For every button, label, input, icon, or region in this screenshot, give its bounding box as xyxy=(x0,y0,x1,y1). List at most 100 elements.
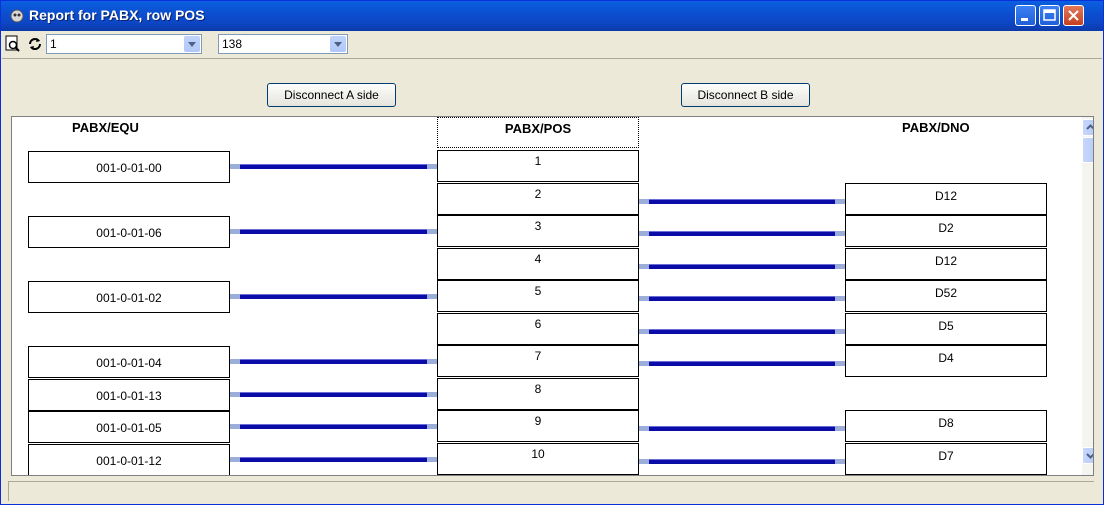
connector-b[interactable] xyxy=(639,296,845,301)
maximize-icon xyxy=(1043,9,1056,21)
disconnect-b-button[interactable]: Disconnect B side xyxy=(681,83,810,107)
chevron-up-icon xyxy=(1086,124,1093,130)
column-header-pos: PABX/POS xyxy=(437,117,639,148)
pos-box[interactable]: 7 xyxy=(437,345,639,377)
scroll-down-button[interactable] xyxy=(1082,447,1093,464)
toolbar-divider xyxy=(2,58,1102,59)
connector-b[interactable] xyxy=(639,426,845,431)
maximize-button[interactable] xyxy=(1039,5,1060,26)
disconnect-a-button[interactable]: Disconnect A side xyxy=(267,83,396,107)
dno-label: D7 xyxy=(938,449,954,463)
dno-label: D8 xyxy=(938,416,954,430)
equ-label: 001-0-01-13 xyxy=(96,389,162,403)
equ-box[interactable]: 001-0-01-04 xyxy=(28,346,230,378)
pos-box[interactable]: 3 xyxy=(437,215,639,247)
id-select-combo[interactable]: 138 xyxy=(218,34,348,54)
connector-b[interactable] xyxy=(639,361,845,366)
connector-a[interactable] xyxy=(230,424,437,429)
column-header-dno: PABX/DNO xyxy=(902,120,970,135)
equ-box[interactable]: 001-0-01-12 xyxy=(28,444,230,475)
pos-box[interactable]: 10 xyxy=(437,443,639,475)
report-window: Report for PABX, row POS 1 138 Disconnec… xyxy=(0,0,1104,505)
dno-label: D4 xyxy=(938,351,954,365)
vertical-scrollbar[interactable] xyxy=(1082,117,1093,475)
row-select-value: 1 xyxy=(50,37,57,51)
dno-label: D2 xyxy=(938,221,954,235)
dno-label: D5 xyxy=(938,319,954,333)
id-select-value: 138 xyxy=(222,37,243,51)
button-bar: Disconnect A side Disconnect B side xyxy=(2,83,1102,116)
equ-box[interactable]: 001-0-01-05 xyxy=(28,411,230,443)
dno-box[interactable]: D52 xyxy=(845,280,1047,312)
pos-box[interactable]: 2 xyxy=(437,183,639,215)
pos-box[interactable]: 9 xyxy=(437,410,639,442)
pos-box[interactable]: 5 xyxy=(437,280,639,312)
connector-b[interactable] xyxy=(639,231,845,236)
equ-label: 001-0-01-02 xyxy=(96,291,162,305)
status-bar xyxy=(2,479,1102,505)
equ-box[interactable]: 001-0-01-13 xyxy=(28,379,230,411)
window-title: Report for PABX, row POS xyxy=(29,7,205,23)
chevron-down-icon[interactable] xyxy=(184,36,200,52)
minimize-button[interactable] xyxy=(1015,5,1036,26)
connector-a[interactable] xyxy=(230,294,437,299)
minimize-icon xyxy=(1021,18,1028,21)
dno-box[interactable]: D12 xyxy=(845,183,1047,215)
pos-label: 7 xyxy=(534,349,542,363)
connector-a[interactable] xyxy=(230,457,437,462)
app-icon xyxy=(10,9,24,23)
dno-label: D12 xyxy=(934,254,957,268)
toolbar: 1 138 xyxy=(2,31,1102,57)
pos-label: 10 xyxy=(531,447,545,461)
status-panel xyxy=(8,481,1094,501)
title-bar[interactable]: Report for PABX, row POS xyxy=(1,1,1103,31)
equ-box[interactable]: 001-0-01-00 xyxy=(28,151,230,183)
connector-b[interactable] xyxy=(639,264,845,269)
pos-label: 8 xyxy=(534,382,542,396)
equ-label: 001-0-01-04 xyxy=(96,356,162,370)
scroll-thumb[interactable] xyxy=(1082,137,1093,163)
dno-box[interactable]: D4 xyxy=(845,345,1047,377)
pos-box[interactable]: 1 xyxy=(437,150,639,182)
dno-box[interactable]: D7 xyxy=(845,443,1047,475)
connector-b[interactable] xyxy=(639,329,845,334)
pos-label: 6 xyxy=(534,317,542,331)
equ-box[interactable]: 001-0-01-02 xyxy=(28,281,230,313)
dno-label: D12 xyxy=(934,189,957,203)
pos-label: 3 xyxy=(534,219,542,233)
chevron-down-icon xyxy=(1086,453,1093,459)
pos-box[interactable]: 4 xyxy=(437,248,639,280)
connector-b[interactable] xyxy=(639,459,845,464)
pos-box[interactable]: 6 xyxy=(437,313,639,345)
equ-label: 001-0-01-00 xyxy=(96,161,162,175)
dno-box[interactable]: D2 xyxy=(845,215,1047,247)
equ-label: 001-0-01-05 xyxy=(96,421,162,435)
pos-label: 9 xyxy=(534,414,542,428)
pos-box[interactable]: 8 xyxy=(437,378,639,410)
connector-b[interactable] xyxy=(639,199,845,204)
connector-a[interactable] xyxy=(230,229,437,234)
connector-a[interactable] xyxy=(230,392,437,397)
row-select-combo[interactable]: 1 xyxy=(46,34,202,54)
connector-a[interactable] xyxy=(230,359,437,364)
dno-box[interactable]: D12 xyxy=(845,248,1047,280)
equ-box[interactable]: 001-0-01-06 xyxy=(28,216,230,248)
print-preview-icon[interactable] xyxy=(4,35,22,53)
pos-label: 1 xyxy=(534,154,542,168)
refresh-icon[interactable] xyxy=(26,35,44,53)
equ-label: 001-0-01-06 xyxy=(96,226,162,240)
pos-label: 5 xyxy=(534,284,542,298)
column-header-equ: PABX/EQU xyxy=(72,120,139,135)
connector-a[interactable] xyxy=(230,164,437,169)
dno-box[interactable]: D5 xyxy=(845,313,1047,345)
connection-report: PABX/EQU PABX/POS PABX/DNO 1 001-0-01-00 2… xyxy=(11,116,1094,476)
pos-label: 2 xyxy=(534,187,542,201)
chevron-down-icon[interactable] xyxy=(330,36,346,52)
pos-label: 4 xyxy=(534,252,542,266)
close-button[interactable] xyxy=(1063,5,1084,26)
dno-box[interactable]: D8 xyxy=(845,410,1047,442)
scroll-up-button[interactable] xyxy=(1082,119,1093,136)
dno-label: D52 xyxy=(934,286,957,300)
close-icon xyxy=(1068,10,1079,21)
equ-label: 001-0-01-12 xyxy=(96,454,162,468)
